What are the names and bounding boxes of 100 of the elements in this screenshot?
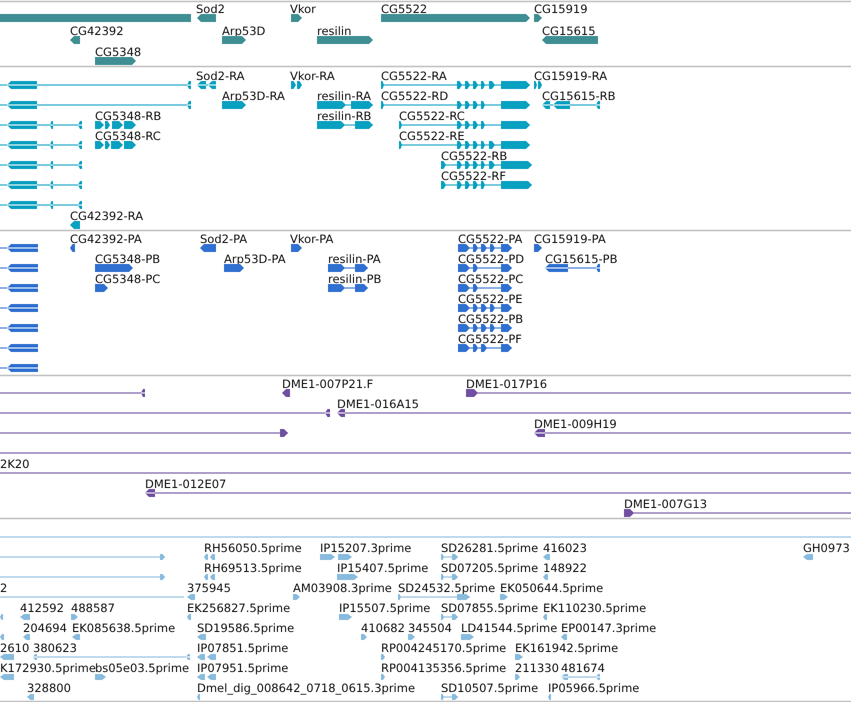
transcript-glyph[interactable] — [317, 121, 373, 129]
est-glyph[interactable] — [204, 554, 215, 560]
transcript-glyph[interactable] — [381, 101, 530, 109]
transcript-glyph[interactable] — [70, 221, 80, 229]
est-glyph[interactable] — [33, 654, 190, 660]
protein-glyph[interactable] — [545, 264, 600, 272]
est-glyph[interactable] — [23, 634, 30, 640]
est-glyph[interactable] — [20, 614, 30, 620]
feature-label: IP15507.5prime — [339, 601, 430, 615]
est-glyph[interactable] — [71, 614, 78, 620]
clone-glyph[interactable] — [466, 389, 851, 397]
transcript-glyph[interactable] — [441, 181, 532, 189]
feature-label: CG15919 — [534, 2, 588, 16]
est-glyph[interactable] — [187, 594, 195, 600]
est-glyph[interactable] — [515, 654, 523, 660]
feature-label: CG5522-PF — [458, 332, 522, 346]
est-glyph[interactable] — [515, 674, 520, 680]
protein-glyph[interactable] — [70, 244, 75, 252]
clone-glyph[interactable] — [624, 509, 851, 517]
gene-glyph[interactable] — [95, 57, 136, 65]
gene-glyph[interactable] — [317, 36, 373, 44]
protein-glyph[interactable] — [95, 264, 133, 272]
est-glyph[interactable] — [293, 594, 300, 600]
est-glyph[interactable] — [408, 634, 415, 640]
feature-label: DME1-017P16 — [466, 377, 548, 391]
protein-glyph[interactable] — [224, 264, 244, 272]
feature-label: resilin-PB — [328, 272, 382, 286]
protein-glyph[interactable] — [458, 344, 512, 352]
feature-label: CG5348 — [95, 45, 142, 59]
protein-glyph[interactable] — [534, 244, 542, 252]
gene-glyph[interactable] — [70, 36, 80, 44]
est-glyph[interactable] — [197, 674, 216, 680]
transcript-glyph[interactable] — [381, 81, 530, 89]
transcript-glyph[interactable] — [95, 121, 136, 129]
transcript-glyph[interactable] — [197, 81, 216, 89]
transcript-glyph[interactable] — [399, 141, 530, 149]
protein-glyph[interactable] — [458, 264, 512, 272]
est-glyph[interactable] — [398, 594, 470, 600]
transcript-glyph[interactable] — [399, 121, 530, 129]
gene-glyph[interactable] — [534, 14, 542, 22]
protein-glyph[interactable] — [458, 284, 512, 292]
est-glyph[interactable] — [441, 694, 458, 700]
est-glyph[interactable] — [441, 574, 458, 580]
est-glyph[interactable] — [197, 694, 200, 700]
est-glyph[interactable] — [204, 574, 215, 580]
clone-glyph[interactable] — [534, 429, 851, 437]
gene-glyph[interactable] — [197, 14, 216, 22]
est-glyph[interactable] — [337, 574, 358, 580]
est-glyph[interactable] — [187, 614, 191, 620]
gene-glyph[interactable] — [222, 36, 246, 44]
est-glyph[interactable] — [381, 674, 385, 680]
est-glyph[interactable] — [197, 654, 216, 660]
feature-label: 412592 — [20, 601, 64, 615]
est-glyph[interactable] — [72, 634, 80, 640]
feature-label: EK110230.5prime — [543, 601, 646, 615]
protein-glyph[interactable] — [458, 324, 512, 332]
gene-glyph[interactable] — [542, 36, 598, 44]
transcript-glyph[interactable] — [222, 101, 246, 109]
est-glyph[interactable] — [561, 634, 567, 640]
est-glyph[interactable] — [27, 694, 34, 700]
clone-glyph[interactable] — [282, 389, 290, 397]
gene-glyph[interactable] — [291, 14, 302, 22]
transcript-glyph[interactable] — [534, 81, 542, 89]
est-glyph[interactable] — [803, 554, 813, 560]
est-glyph[interactable] — [320, 554, 352, 560]
est-glyph[interactable] — [500, 594, 508, 600]
est-glyph[interactable] — [548, 694, 551, 700]
est-glyph[interactable] — [441, 554, 458, 560]
est-glyph[interactable] — [361, 634, 367, 640]
est-glyph[interactable] — [543, 554, 550, 560]
feature-label: DME1-007G13 — [624, 497, 708, 511]
protein-glyph[interactable] — [328, 284, 368, 292]
protein-glyph[interactable] — [458, 244, 512, 252]
est-glyph[interactable] — [461, 634, 474, 640]
feature-label: Arp53D-PA — [224, 252, 286, 266]
est-glyph[interactable] — [0, 674, 14, 680]
est-glyph[interactable] — [543, 574, 548, 580]
clone-glyph[interactable] — [145, 489, 851, 497]
est-glyph[interactable] — [381, 654, 385, 660]
transcript-glyph[interactable] — [291, 81, 302, 89]
est-glyph[interactable] — [339, 614, 352, 620]
transcript-glyph[interactable] — [95, 141, 136, 149]
feature-label: CG5522-PB — [458, 312, 524, 326]
est-glyph[interactable] — [561, 674, 600, 680]
protein-glyph[interactable] — [458, 304, 512, 312]
est-glyph[interactable] — [95, 674, 106, 680]
feature-label: 2K20 — [0, 457, 30, 471]
protein-glyph[interactable] — [328, 264, 368, 272]
est-glyph[interactable] — [197, 634, 206, 640]
protein-glyph[interactable] — [200, 244, 216, 252]
protein-glyph[interactable] — [291, 244, 302, 252]
transcript-glyph[interactable] — [542, 101, 600, 109]
est-glyph[interactable] — [543, 614, 547, 620]
est-glyph[interactable] — [441, 614, 458, 620]
transcript-glyph[interactable] — [441, 161, 532, 169]
clone-glyph[interactable] — [337, 409, 851, 417]
transcript-glyph[interactable] — [317, 101, 373, 109]
est-glyph[interactable] — [0, 654, 14, 660]
feature-label: CG15919-RA — [534, 69, 608, 83]
protein-glyph[interactable] — [95, 284, 108, 292]
